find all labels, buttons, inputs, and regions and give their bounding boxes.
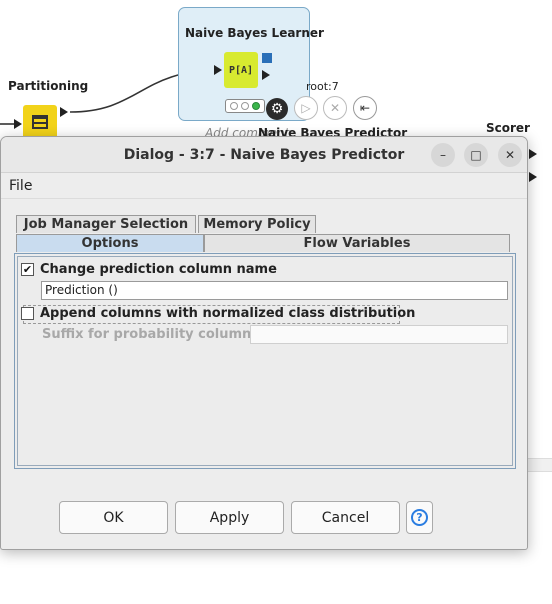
maximize-icon[interactable]: □ — [464, 143, 488, 167]
minimize-icon[interactable]: – — [431, 143, 455, 167]
learner-node-title: Naive Bayes Learner — [185, 26, 324, 40]
help-icon: ? — [411, 509, 428, 526]
append-columns-label: Append columns with normalized class dis… — [40, 306, 416, 321]
append-columns-row[interactable]: Append columns with normalized class dis… — [21, 306, 415, 321]
cancel-button[interactable]: Cancel — [291, 501, 400, 534]
partitioning-input-port-icon[interactable] — [14, 119, 22, 129]
close-icon[interactable]: ✕ — [498, 143, 522, 167]
cancel-execution-icon[interactable]: ✕ — [323, 96, 347, 120]
tab-options[interactable]: Options — [16, 234, 204, 252]
ok-button[interactable]: OK — [59, 501, 168, 534]
suffix-field[interactable] — [250, 325, 508, 344]
scorer-node-title: Scorer — [486, 121, 530, 135]
execute-icon[interactable]: ▷ — [294, 96, 318, 120]
reset-icon[interactable]: ⇤ — [353, 96, 377, 120]
node-status-indicator — [225, 99, 265, 113]
change-prediction-label: Change prediction column name — [40, 262, 277, 277]
background-panel — [527, 458, 552, 472]
predictor-node-id: root:7 — [306, 80, 339, 93]
learner-model-port-icon[interactable] — [262, 53, 272, 63]
configure-gear-icon[interactable]: ⚙ — [266, 98, 288, 120]
change-prediction-checkbox[interactable]: ✔ — [21, 263, 34, 276]
learner-node-icon[interactable]: P[A] — [224, 52, 258, 88]
menu-bar: File — [1, 173, 527, 199]
partitioning-node-title: Partitioning — [8, 79, 89, 93]
table-split-icon — [32, 115, 48, 129]
node-dialog: Dialog - 3:7 - Naive Bayes Predictor – □… — [0, 136, 528, 550]
suffix-row: Suffix for probability columns — [42, 327, 259, 342]
partitioning-output-port-icon[interactable] — [60, 107, 68, 117]
status-light-red — [229, 102, 238, 110]
append-columns-checkbox[interactable] — [21, 307, 34, 320]
suffix-label: Suffix for probability columns — [42, 327, 260, 342]
learner-input-port-icon[interactable] — [214, 65, 222, 75]
change-prediction-row[interactable]: ✔ Change prediction column name — [21, 262, 277, 277]
menu-file[interactable]: File — [9, 178, 32, 194]
status-light-yellow — [240, 102, 249, 110]
dialog-titlebar[interactable]: Dialog - 3:7 - Naive Bayes Predictor – □… — [1, 137, 527, 173]
tab-flow-variables[interactable]: Flow Variables — [204, 234, 510, 252]
status-light-green — [252, 102, 261, 110]
help-button[interactable]: ? — [406, 501, 433, 534]
scorer-input-port-2-icon[interactable] — [529, 172, 537, 182]
tab-job-manager-selection[interactable]: Job Manager Selection — [16, 215, 196, 233]
learner-output-port-icon[interactable] — [262, 70, 270, 80]
tab-memory-policy[interactable]: Memory Policy — [198, 215, 316, 233]
prediction-column-field[interactable]: Prediction () — [41, 281, 508, 300]
apply-button[interactable]: Apply — [175, 501, 284, 534]
scorer-input-port-icon[interactable] — [529, 149, 537, 159]
